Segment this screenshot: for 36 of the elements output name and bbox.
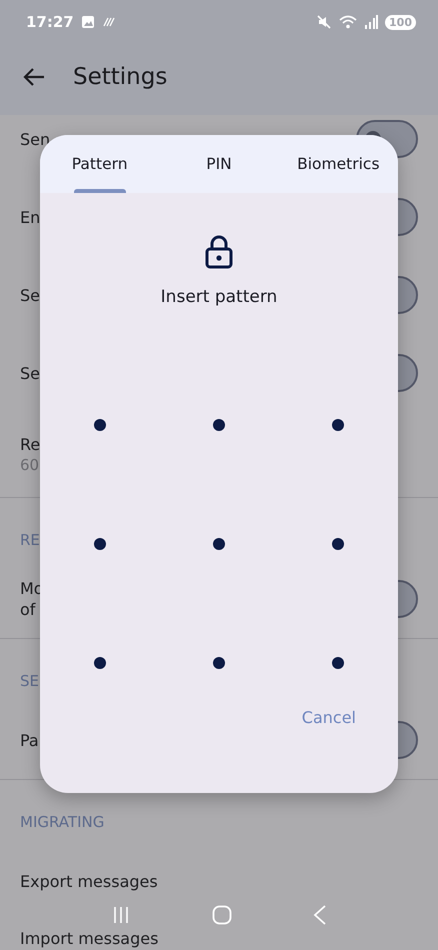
mute-icon — [316, 14, 332, 30]
pattern-dot[interactable] — [213, 418, 225, 430]
tab[interactable]: Biometrics — [289, 135, 388, 193]
pattern-dot[interactable] — [94, 538, 106, 550]
image-icon — [80, 15, 95, 29]
setting-title: En — [20, 206, 40, 228]
setting-value: 60 — [20, 454, 40, 476]
dialog-prompt: Insert pattern — [160, 287, 278, 307]
section-header: RE — [20, 531, 40, 549]
pattern-dot[interactable] — [94, 656, 106, 668]
tab[interactable]: PIN — [198, 135, 240, 193]
pattern-dot[interactable] — [332, 538, 344, 550]
setting-title: Import messages — [20, 930, 158, 948]
battery-level: 100 — [385, 14, 416, 30]
signal-icon — [364, 15, 378, 29]
setting-title: Re — [20, 434, 40, 454]
setting-title: Sen — [20, 128, 50, 150]
setting-title: Export messages — [20, 870, 158, 892]
pattern-dot[interactable] — [213, 538, 225, 550]
wifi-icon — [339, 15, 358, 29]
pattern-dot[interactable] — [332, 418, 344, 430]
lock-icon — [205, 235, 233, 269]
setting-title: of — [20, 599, 37, 620]
pattern-dot[interactable] — [94, 418, 106, 430]
status-time: 17:27 — [26, 13, 74, 31]
pattern-dot[interactable] — [332, 656, 344, 668]
pattern-dot[interactable] — [213, 656, 225, 668]
tab[interactable]: Pattern — [64, 135, 136, 193]
back-arrow-icon — [23, 67, 45, 87]
stripes-icon — [102, 17, 116, 27]
page-title: Settings — [73, 64, 168, 90]
setting-title: Pa — [20, 730, 39, 750]
section-header: MIGRATING — [20, 813, 104, 831]
section-header: SE — [20, 672, 39, 690]
setting-title: Se — [20, 362, 40, 384]
setting-title: Se — [20, 284, 40, 306]
